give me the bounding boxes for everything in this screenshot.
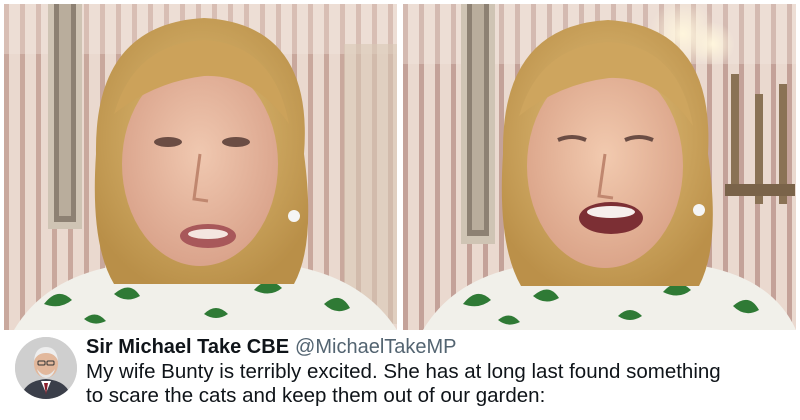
tweet-card: Sir Michael Take CBE @MichaelTakeMP My wi… <box>4 330 796 416</box>
user-handle[interactable]: @MichaelTakeMP <box>295 336 456 358</box>
avatar[interactable] <box>15 337 77 399</box>
mirror-frame <box>461 4 495 244</box>
meme-image: Sir Michael Take CBE @MichaelTakeMP My wi… <box>0 0 800 420</box>
video-still-right <box>403 4 796 330</box>
tweet-header: Sir Michael Take CBE @MichaelTakeMP <box>86 335 457 359</box>
profile-photo-icon <box>15 337 77 399</box>
tweet-text: My wife Bunty is terribly excited. She h… <box>86 360 721 407</box>
display-name[interactable]: Sir Michael Take CBE <box>86 336 289 358</box>
mirror-frame <box>48 4 82 229</box>
video-still-left <box>4 4 397 330</box>
